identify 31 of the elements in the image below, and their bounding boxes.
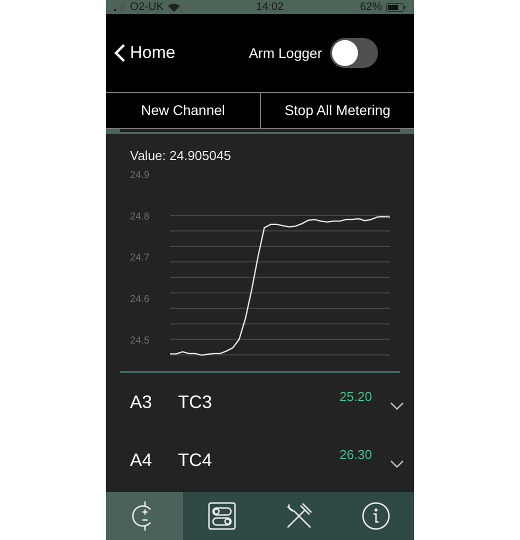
tab-bar-item[interactable]: [106, 492, 183, 540]
channel-value: 26.30: [339, 446, 372, 464]
channel-name: TC3: [178, 390, 214, 414]
clock-time: 14:02: [256, 0, 284, 15]
wifi-icon: [168, 2, 180, 12]
y-axis-label: 24.9: [130, 170, 150, 181]
chevron-down-icon: [390, 460, 404, 468]
carrier-name: O2-UK: [130, 0, 164, 15]
toggle-switches-icon: [206, 501, 236, 531]
channel-id: A4: [130, 448, 154, 472]
arm-logger-switch[interactable]: [330, 38, 378, 68]
channel-row[interactable]: A4 TC4 26.30: [106, 431, 414, 489]
info-icon: [360, 501, 390, 531]
channel-row[interactable]: A3 TC3 25.20: [106, 373, 414, 431]
signal-icon: [114, 3, 126, 11]
chevron-down-icon: [390, 402, 404, 410]
battery-percent: 62%: [360, 0, 382, 15]
y-axis-label: 24.5: [130, 335, 150, 346]
channel-name: TC4: [178, 448, 214, 472]
action-button[interactable]: Stop All Metering: [260, 93, 414, 128]
chevron-left-icon: [114, 43, 126, 63]
back-button[interactable]: Home: [114, 40, 176, 66]
y-axis-label: 24.7: [130, 252, 150, 264]
channel-id: A3: [130, 390, 154, 414]
battery-icon: [386, 2, 406, 12]
value-readout: Value: 24.905045: [130, 148, 232, 164]
toggle-label: Arm Logger: [248, 44, 322, 63]
action-button[interactable]: New Channel: [106, 93, 260, 128]
channel-value: 25.20: [339, 388, 372, 406]
y-axis-label: 24.8: [130, 211, 150, 222]
y-axis-label: 24.6: [130, 294, 150, 306]
